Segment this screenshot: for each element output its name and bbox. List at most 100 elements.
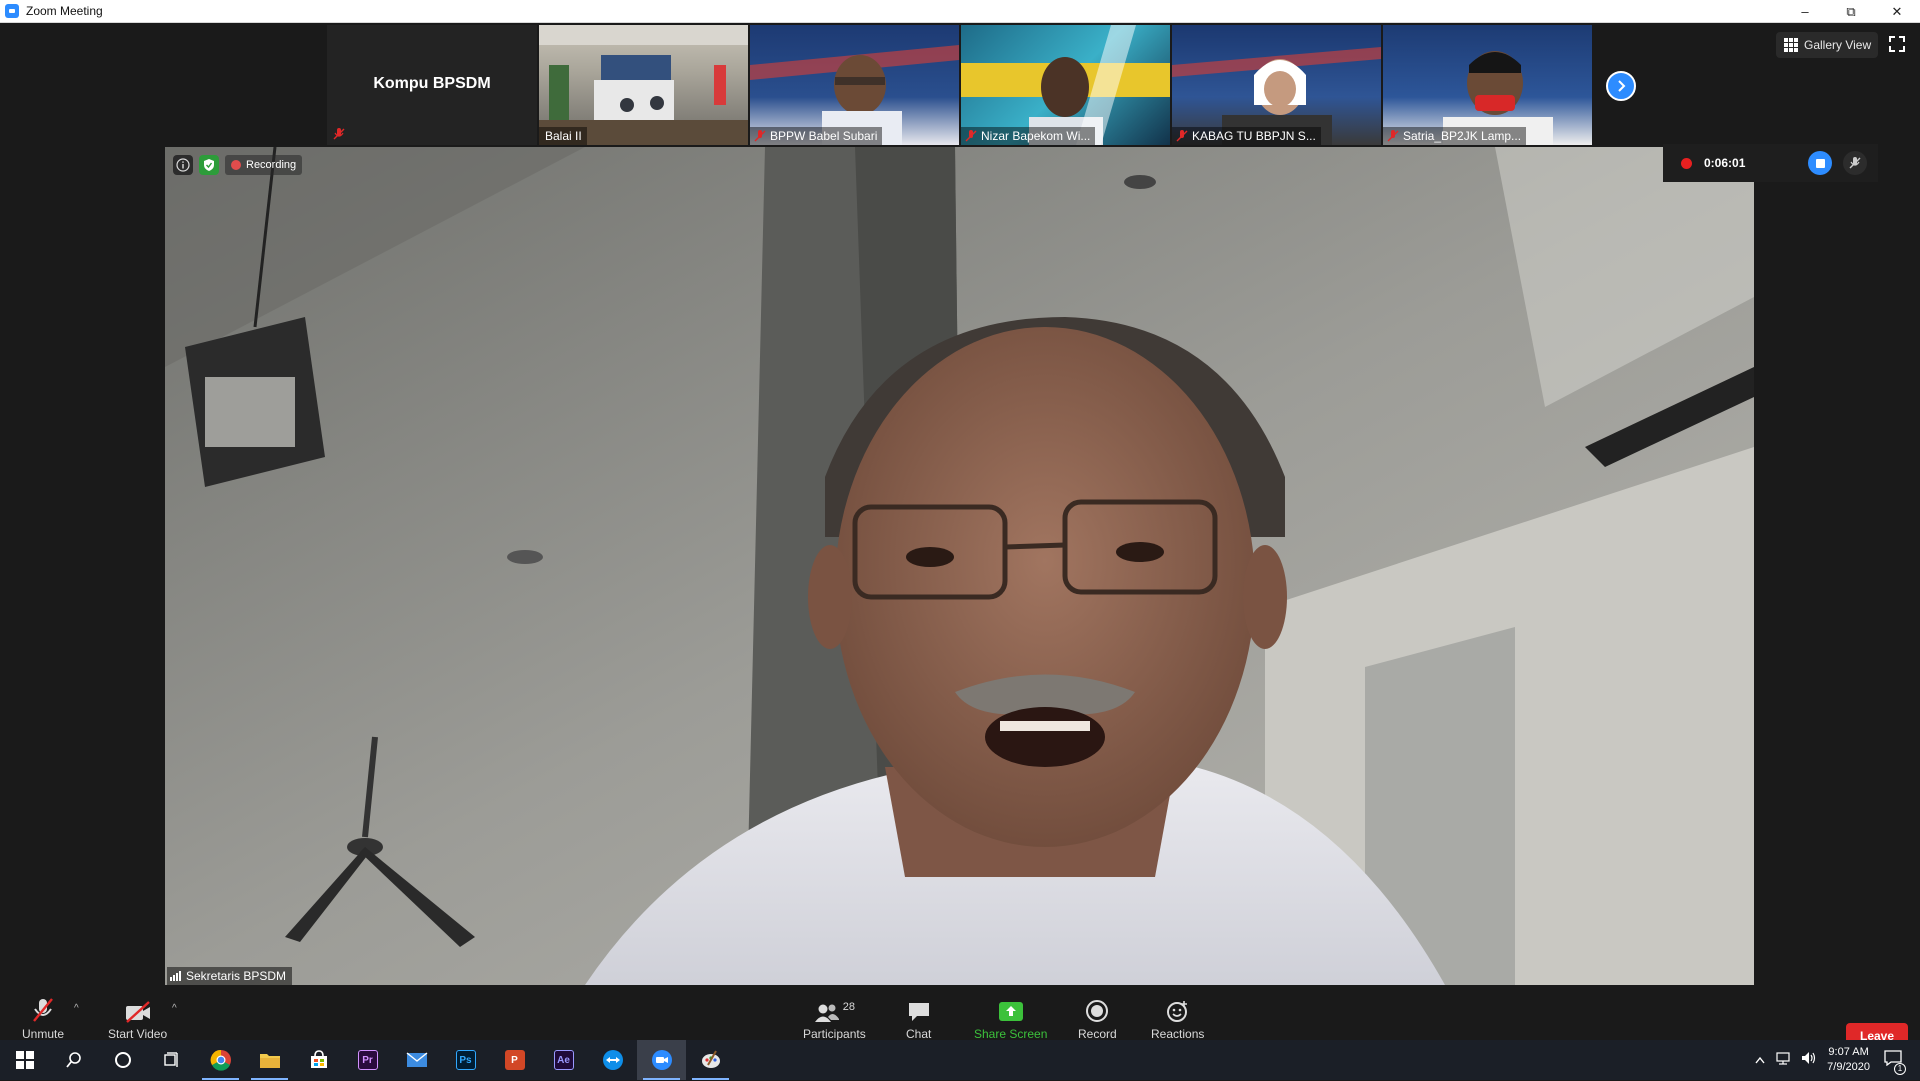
record-label: Record: [1078, 1027, 1117, 1041]
volume-button[interactable]: [1801, 1051, 1817, 1070]
muted-mic-icon: [1175, 129, 1189, 143]
participant-thumbnail[interactable]: Satria_BP2JK Lamp...: [1383, 25, 1592, 145]
volume-icon: [1802, 1051, 1816, 1064]
zoom-icon: [651, 1050, 672, 1070]
signal-strength-icon: [170, 971, 181, 981]
taskbar-chrome[interactable]: [196, 1040, 245, 1080]
grid-icon: [1784, 38, 1798, 52]
participants-button[interactable]: 28 Participants: [803, 997, 866, 1041]
teamviewer-icon: [602, 1050, 623, 1070]
cortana-button[interactable]: [98, 1040, 147, 1080]
taskbar-premiere[interactable]: Pr: [343, 1040, 392, 1080]
taskbar-powerpoint[interactable]: P: [490, 1040, 539, 1080]
fullscreen-icon: [1889, 36, 1905, 52]
fullscreen-button[interactable]: [1888, 35, 1908, 55]
video-options-caret[interactable]: ^: [172, 1003, 177, 1014]
reactions-label: Reactions: [1151, 1027, 1205, 1041]
speaker-name: Sekretaris BPSDM: [186, 969, 287, 983]
mail-icon: [406, 1052, 427, 1067]
gallery-view-label: Gallery View: [1804, 38, 1872, 52]
reactions-button[interactable]: Reactions: [1151, 997, 1204, 1041]
start-video-label: Start Video: [108, 1027, 168, 1041]
photoshop-icon: Ps: [455, 1050, 476, 1070]
participants-icon-wrap: 28: [814, 997, 855, 1023]
thumbnail-name: Satria_BP2JK Lamp...: [1403, 129, 1522, 143]
shield-icon: [204, 159, 214, 171]
premiere-icon: Pr: [357, 1050, 378, 1070]
share-screen-icon: [998, 997, 1024, 1023]
audio-options-caret[interactable]: ^: [74, 1003, 79, 1014]
thumbnail-label: Balai II: [539, 127, 587, 145]
meeting-area: Kompu BPSDM Balai II BPPW Babel Subari N…: [0, 23, 1920, 1081]
recording-dot-icon: [231, 160, 241, 170]
window-title: Zoom Meeting: [26, 4, 103, 18]
participants-count: 28: [842, 1001, 855, 1013]
show-hidden-icons-button[interactable]: [1755, 1051, 1765, 1069]
system-tray: 9:07 AM 7/9/2020 1: [1755, 1040, 1920, 1080]
network-button[interactable]: [1775, 1051, 1791, 1070]
window-titlebar: Zoom Meeting – ⧉ ✕: [0, 0, 1920, 23]
participant-thumbnail[interactable]: Nizar Bapekom Wi...: [961, 25, 1170, 145]
recording-control-panel: 0:06:01: [1663, 144, 1878, 182]
chevron-up-icon: [1755, 1056, 1765, 1064]
meeting-status-badges: Recording: [173, 155, 303, 175]
taskbar-file-explorer[interactable]: [245, 1040, 294, 1080]
taskbar-after-effects[interactable]: Ae: [539, 1040, 588, 1080]
recording-mic-button[interactable]: [1843, 151, 1867, 175]
taskbar-mail[interactable]: [392, 1040, 441, 1080]
encryption-button[interactable]: [199, 155, 219, 175]
close-button[interactable]: ✕: [1874, 0, 1920, 23]
chat-button[interactable]: Chat: [906, 997, 931, 1041]
task-view-button[interactable]: [147, 1040, 196, 1080]
thumbnail-label: KABAG TU BBPJN S...: [1172, 127, 1321, 145]
participant-tile-name-only[interactable]: Kompu BPSDM: [327, 25, 537, 145]
gallery-view-button[interactable]: Gallery View: [1776, 32, 1878, 58]
folder-icon: [259, 1054, 280, 1068]
notification-count-badge: 1: [1894, 1062, 1906, 1075]
participant-thumbnail[interactable]: Balai II: [539, 25, 748, 145]
speaker-video-frame: [165, 147, 1754, 985]
stop-recording-button[interactable]: [1808, 151, 1832, 175]
chat-icon: [907, 997, 931, 1023]
taskbar-zoom[interactable]: [637, 1040, 686, 1080]
participants-icon: [814, 1004, 839, 1022]
start-button[interactable]: [0, 1040, 49, 1080]
taskbar-teamviewer[interactable]: [588, 1040, 637, 1080]
participant-name: Kompu BPSDM: [373, 75, 491, 92]
speaker-name-label: Sekretaris BPSDM: [167, 967, 293, 985]
thumbnail-label: Satria_BP2JK Lamp...: [1383, 127, 1527, 145]
start-video-button[interactable]: Start Video: [108, 997, 167, 1041]
thumbnail-name: BPPW Babel Subari: [770, 129, 878, 143]
action-center-button[interactable]: 1: [1884, 1049, 1906, 1075]
search-button[interactable]: [49, 1040, 98, 1080]
active-speaker-video[interactable]: Recording Sekretaris BPSDM: [165, 147, 1754, 985]
taskbar-photoshop[interactable]: Ps: [441, 1040, 490, 1080]
thumbnail-label: BPPW Babel Subari: [750, 127, 883, 145]
unmute-label: Unmute: [22, 1027, 65, 1041]
participant-thumbnail[interactable]: KABAG TU BBPJN S...: [1172, 25, 1381, 145]
taskbar-clock[interactable]: 9:07 AM 7/9/2020: [1827, 1045, 1870, 1075]
video-thumbnail-strip: Balai II BPPW Babel Subari Nizar Bapekom…: [539, 25, 1592, 145]
share-screen-button[interactable]: Share Screen: [974, 997, 1047, 1041]
recording-indicator: Recording: [225, 155, 303, 175]
taskbar-paint[interactable]: [686, 1040, 735, 1080]
minimize-button[interactable]: –: [1782, 0, 1828, 23]
unmute-button[interactable]: Unmute: [22, 997, 64, 1041]
zoom-app-icon: [5, 4, 19, 18]
reactions-icon: [1166, 997, 1190, 1023]
recording-dot-icon: [1681, 157, 1692, 169]
next-page-button[interactable]: [1606, 71, 1636, 101]
restore-button[interactable]: ⧉: [1828, 0, 1874, 23]
recording-elapsed-time: 0:06:01: [1704, 156, 1746, 170]
video-off-icon: [124, 997, 152, 1023]
muted-mic-icon: [1386, 129, 1400, 143]
clock-time: 9:07 AM: [1828, 1046, 1869, 1058]
record-button[interactable]: Record: [1078, 997, 1117, 1041]
taskbar-store[interactable]: [294, 1040, 343, 1080]
participant-thumbnail[interactable]: BPPW Babel Subari: [750, 25, 959, 145]
muted-mic-icon: [964, 129, 978, 143]
recording-label: Recording: [246, 159, 297, 171]
powerpoint-icon: P: [504, 1050, 525, 1070]
meeting-info-button[interactable]: [173, 155, 193, 175]
share-screen-label: Share Screen: [974, 1027, 1048, 1041]
